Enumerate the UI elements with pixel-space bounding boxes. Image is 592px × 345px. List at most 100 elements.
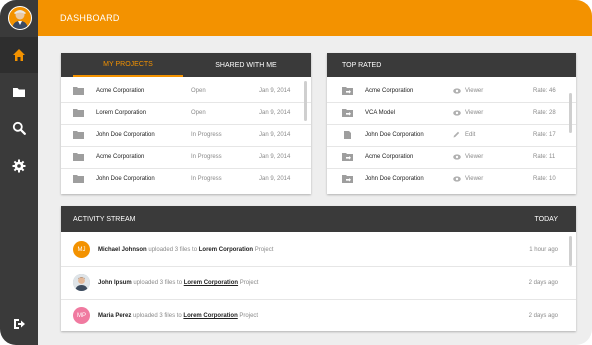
project-date: Jan 9, 2014 (259, 132, 291, 138)
item-name: Acme Corporation (365, 154, 414, 160)
list-item[interactable]: John Doe Corporation Edit Rate: 17 (327, 124, 576, 147)
top-rated-header: TOP RATED (327, 53, 576, 77)
avatar: MJ (73, 241, 90, 258)
item-name: VCA Model (365, 110, 396, 116)
folder-icon (73, 87, 84, 95)
activity-filter-today[interactable]: TODAY (535, 216, 558, 223)
item-name: John Doe Corporation (365, 132, 424, 138)
activity-item[interactable]: John Ipsum uploaded 3 files to Lorem Cor… (61, 266, 576, 300)
pencil-icon (453, 131, 460, 138)
table-row[interactable]: Lorem Corporation Open Jan 9, 2014 (61, 102, 311, 125)
activity-target-link[interactable]: Lorem Corporation (199, 247, 253, 253)
sidebar (0, 0, 38, 345)
nav-files[interactable] (0, 74, 38, 110)
activity-action: uploaded 3 files to (148, 247, 198, 253)
scrollbar[interactable] (569, 93, 572, 133)
home-icon (13, 49, 25, 61)
nav-logout[interactable] (0, 306, 38, 342)
page-title: DASHBOARD (60, 13, 120, 23)
project-status: In Progress (191, 154, 222, 160)
activity-time: 2 days ago (528, 280, 558, 286)
folder-icon (13, 88, 25, 97)
activity-item[interactable]: MJ Michael Johnson uploaded 3 files to L… (61, 233, 576, 267)
search-icon (12, 121, 26, 135)
logout-icon (14, 319, 25, 329)
list-item[interactable]: VCA Model Viewer Rate: 28 (327, 102, 576, 125)
project-name: John Doe Corporation (96, 176, 155, 182)
item-role: Viewer (465, 176, 484, 182)
activity-action: uploaded 3 files to (133, 280, 183, 286)
project-status: Open (191, 110, 206, 116)
table-row[interactable]: Acme Corporation In Progress Jan 9, 2014 (61, 146, 311, 169)
project-name: Acme Corporation (96, 154, 145, 160)
activity-target-link[interactable]: Lorem Corporation (184, 280, 238, 286)
activity-suffix: Project (254, 247, 274, 253)
shared-folder-icon (342, 109, 353, 117)
tab-my-projects[interactable]: MY PROJECTS (73, 53, 183, 77)
shared-folder-icon (342, 153, 353, 161)
activity-suffix: Project (239, 280, 259, 286)
list-item[interactable]: John Doe Corporation Viewer Rate: 10 (327, 168, 576, 190)
item-rate: Rate: 11 (533, 154, 556, 160)
item-name: Acme Corporation (365, 88, 414, 94)
project-status: In Progress (191, 176, 222, 182)
item-role: Viewer (465, 110, 484, 116)
shared-folder-icon (342, 87, 353, 95)
projects-tabs: MY PROJECTS SHARED WITH ME (61, 53, 311, 77)
document-icon (344, 131, 351, 139)
activity-card: ACTIVITY STREAM TODAY MJ Michael Johnson… (61, 206, 576, 331)
activity-text: Maria Perez uploaded 3 files to Lorem Co… (98, 313, 258, 319)
project-name: John Doe Corporation (96, 132, 155, 138)
user-avatar[interactable] (8, 6, 32, 30)
nav-settings[interactable] (0, 148, 38, 184)
list-item[interactable]: Acme Corporation Viewer Rate: 11 (327, 146, 576, 169)
table-row[interactable]: John Doe Corporation In Progress Jan 9, … (61, 168, 311, 190)
avatar-portrait-icon (73, 274, 90, 291)
activity-text: Michael Johnson uploaded 3 files to Lore… (98, 247, 273, 253)
activity-item[interactable]: MP Maria Perez uploaded 3 files to Lorem… (61, 299, 576, 332)
gear-icon (12, 159, 26, 173)
item-rate: Rate: 28 (533, 110, 556, 116)
eye-icon (453, 88, 461, 94)
activity-user: Michael Johnson (98, 247, 147, 253)
activity-action: uploaded 3 files to (133, 313, 182, 319)
activity-time: 1 hour ago (529, 247, 558, 253)
app-frame: DASHBOARD MY PROJECTS SHARED WITH ME Acm… (0, 0, 592, 345)
folder-icon (73, 131, 84, 139)
projects-card: MY PROJECTS SHARED WITH ME Acme Corporat… (61, 53, 311, 194)
folder-icon (73, 175, 84, 183)
project-date: Jan 9, 2014 (259, 176, 291, 182)
activity-target-link[interactable]: Lorem Corporation (183, 313, 237, 319)
table-row[interactable]: John Doe Corporation In Progress Jan 9, … (61, 124, 311, 147)
nav-home[interactable] (0, 37, 38, 73)
project-status: In Progress (191, 132, 222, 138)
nav-search[interactable] (0, 110, 38, 146)
card-title: TOP RATED (342, 62, 382, 69)
activity-user: Maria Perez (98, 313, 132, 319)
shared-folder-icon (342, 175, 353, 183)
item-name: John Doe Corporation (365, 176, 424, 182)
item-rate: Rate: 10 (533, 176, 556, 182)
item-rate: Rate: 17 (533, 132, 556, 138)
scrollbar[interactable] (304, 81, 307, 121)
folder-icon (73, 153, 84, 161)
eye-icon (453, 110, 461, 116)
list-item[interactable]: Acme Corporation Viewer Rate: 46 (327, 80, 576, 103)
top-bar: DASHBOARD (38, 0, 592, 36)
card-title: ACTIVITY STREAM (73, 216, 136, 223)
item-rate: Rate: 46 (533, 88, 556, 94)
activity-time: 2 days ago (528, 313, 558, 319)
avatar-portrait-icon (12, 10, 28, 29)
project-date: Jan 9, 2014 (259, 154, 291, 160)
scrollbar[interactable] (569, 236, 572, 266)
top-rated-card: TOP RATED Acme Corporation Viewer Rate: … (327, 53, 576, 194)
activity-user: John Ipsum (98, 280, 132, 286)
activity-suffix: Project (239, 313, 259, 319)
project-name: Acme Corporation (96, 88, 145, 94)
activity-header: ACTIVITY STREAM TODAY (61, 206, 576, 232)
table-row[interactable]: Acme Corporation Open Jan 9, 2014 (61, 80, 311, 103)
folder-icon (73, 109, 84, 117)
tab-shared-with-me[interactable]: SHARED WITH ME (191, 53, 301, 77)
project-name: Lorem Corporation (96, 110, 147, 116)
project-date: Jan 9, 2014 (259, 110, 291, 116)
